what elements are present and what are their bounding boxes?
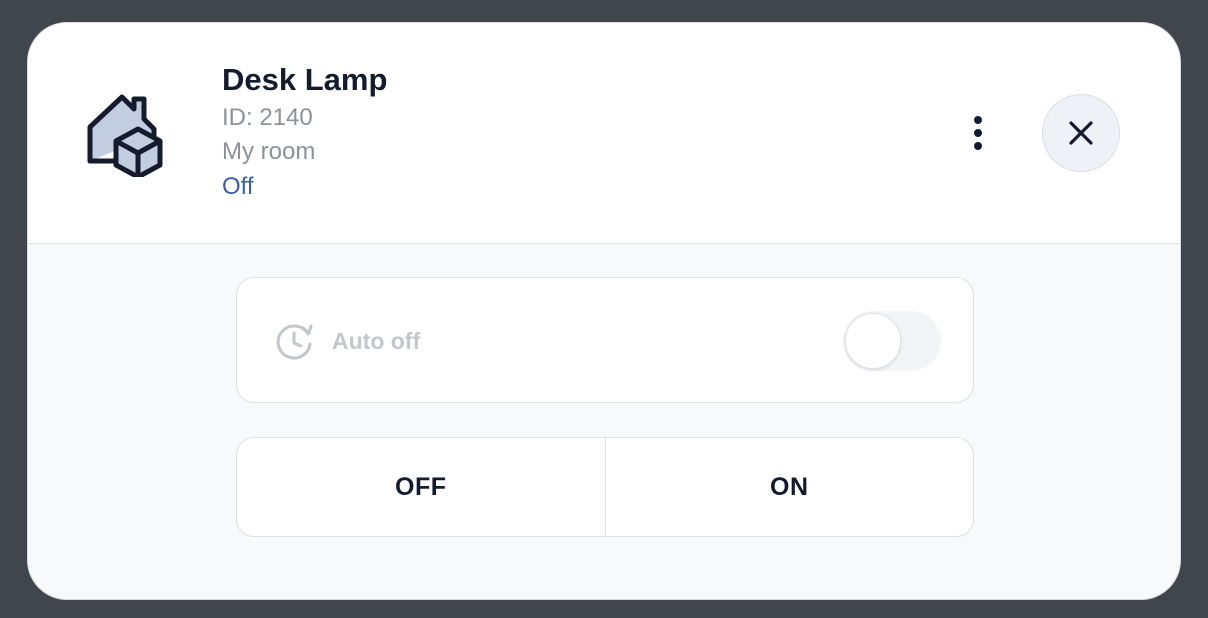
dialog-header: Desk Lamp ID: 2140 My room Off	[28, 23, 1180, 244]
device-id: ID: 2140	[222, 104, 313, 131]
device-state: Off	[222, 173, 254, 200]
house-box-icon	[86, 91, 166, 180]
off-button[interactable]: OFF	[237, 438, 606, 536]
auto-off-toggle[interactable]	[843, 311, 941, 371]
auto-off-label: Auto off	[332, 328, 421, 354]
device-dialog: Desk Lamp ID: 2140 My room Off Auto off	[27, 22, 1181, 600]
on-button[interactable]: ON	[606, 438, 974, 536]
auto-off-row: Auto off	[236, 277, 974, 403]
timer-icon	[275, 322, 313, 360]
close-button[interactable]	[1042, 94, 1120, 172]
close-icon	[1069, 121, 1093, 145]
toggle-knob	[845, 313, 901, 369]
power-button-group: OFF ON	[236, 437, 974, 537]
more-vertical-icon	[974, 116, 982, 124]
more-options-button[interactable]	[958, 113, 998, 153]
device-name: Desk Lamp	[222, 62, 388, 97]
device-info: Desk Lamp ID: 2140 My room Off	[222, 61, 387, 205]
device-room: My room	[222, 138, 316, 165]
